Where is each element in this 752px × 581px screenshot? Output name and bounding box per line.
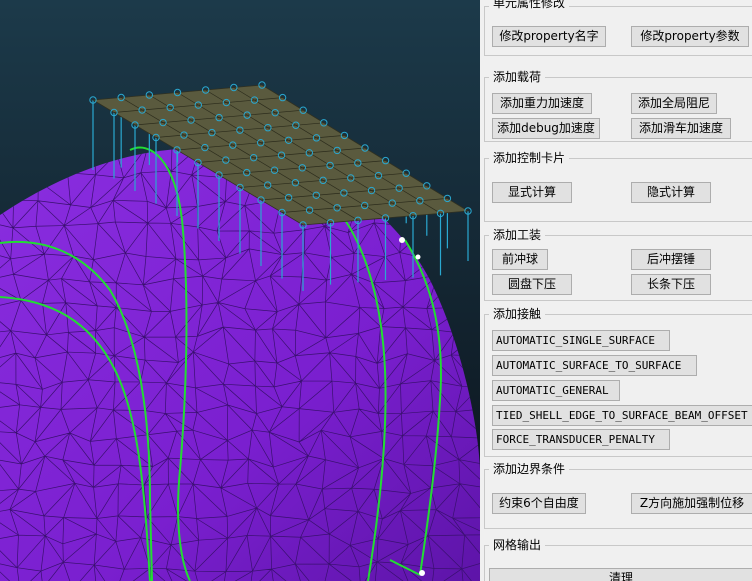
rear-pendulum-button[interactable]: 后冲摆锤 xyxy=(631,249,711,270)
add-global-damping-button[interactable]: 添加全局阻尼 xyxy=(631,93,717,114)
group-contact: 添加接触 AUTOMATIC_SINGLE_SURFACE AUTOMATIC_… xyxy=(484,306,752,457)
add-debug-accel-button[interactable]: 添加debug加速度 xyxy=(492,118,600,139)
group-add-load: 添加载荷 添加重力加速度 添加全局阻尼 添加debug加速度 添加滑车加速度 xyxy=(484,69,752,142)
group-title-control-cards: 添加控制卡片 xyxy=(489,150,570,166)
disc-press-button[interactable]: 圆盘下压 xyxy=(492,274,572,295)
bar-press-button[interactable]: 长条下压 xyxy=(631,274,711,295)
group-title-mesh-output: 网格输出 xyxy=(489,537,546,553)
node-marker xyxy=(415,254,421,260)
contact-force-transducer-button[interactable]: FORCE_TRANSDUCER_PENALTY xyxy=(492,429,670,450)
group-mesh-output: 网格输出 清理 xyxy=(484,537,752,581)
group-element-property: 单元属性修改 修改property名字 修改property参数 xyxy=(484,0,752,56)
group-title-boundary: 添加边界条件 xyxy=(489,461,570,477)
front-impact-ball-button[interactable]: 前冲球 xyxy=(492,249,548,270)
contact-auto-single-surface-button[interactable]: AUTOMATIC_SINGLE_SURFACE xyxy=(492,330,670,351)
constrain-6dof-button[interactable]: 约束6个自由度 xyxy=(492,493,586,514)
group-title-contact: 添加接触 xyxy=(489,306,546,322)
implicit-calc-button[interactable]: 隐式计算 xyxy=(631,182,711,203)
z-forced-displacement-button[interactable]: Z方向施加强制位移 xyxy=(631,493,752,514)
contact-auto-general-button[interactable]: AUTOMATIC_GENERAL xyxy=(492,380,620,401)
node-marker xyxy=(399,237,405,243)
explicit-calc-button[interactable]: 显式计算 xyxy=(492,182,572,203)
group-title-element-property: 单元属性修改 xyxy=(489,0,570,11)
group-fixtures: 添加工装 前冲球 后冲摆锤 圆盘下压 长条下压 xyxy=(484,227,752,301)
model-canvas[interactable] xyxy=(0,0,480,581)
node-marker xyxy=(419,570,425,576)
rename-property-button[interactable]: 修改property名字 xyxy=(492,26,606,47)
contact-tied-shell-edge-button[interactable]: TIED_SHELL_EDGE_TO_SURFACE_BEAM_OFFSET xyxy=(492,405,752,426)
tool-panel: 单元属性修改 修改property名字 修改property参数 添加载荷 添加… xyxy=(480,0,752,581)
clean-button[interactable]: 清理 xyxy=(489,568,752,581)
group-title-fixtures: 添加工装 xyxy=(489,227,546,243)
contact-auto-surface-to-surface-button[interactable]: AUTOMATIC_SURFACE_TO_SURFACE xyxy=(492,355,697,376)
add-sled-accel-button[interactable]: 添加滑车加速度 xyxy=(631,118,731,139)
group-title-add-load: 添加载荷 xyxy=(489,69,546,85)
group-control-cards: 添加控制卡片 显式计算 隐式计算 xyxy=(484,150,752,222)
group-boundary: 添加边界条件 约束6个自由度 Z方向施加强制位移 xyxy=(484,461,752,529)
model-viewport[interactable] xyxy=(0,0,480,581)
edit-property-params-button[interactable]: 修改property参数 xyxy=(631,26,749,47)
add-gravity-accel-button[interactable]: 添加重力加速度 xyxy=(492,93,592,114)
